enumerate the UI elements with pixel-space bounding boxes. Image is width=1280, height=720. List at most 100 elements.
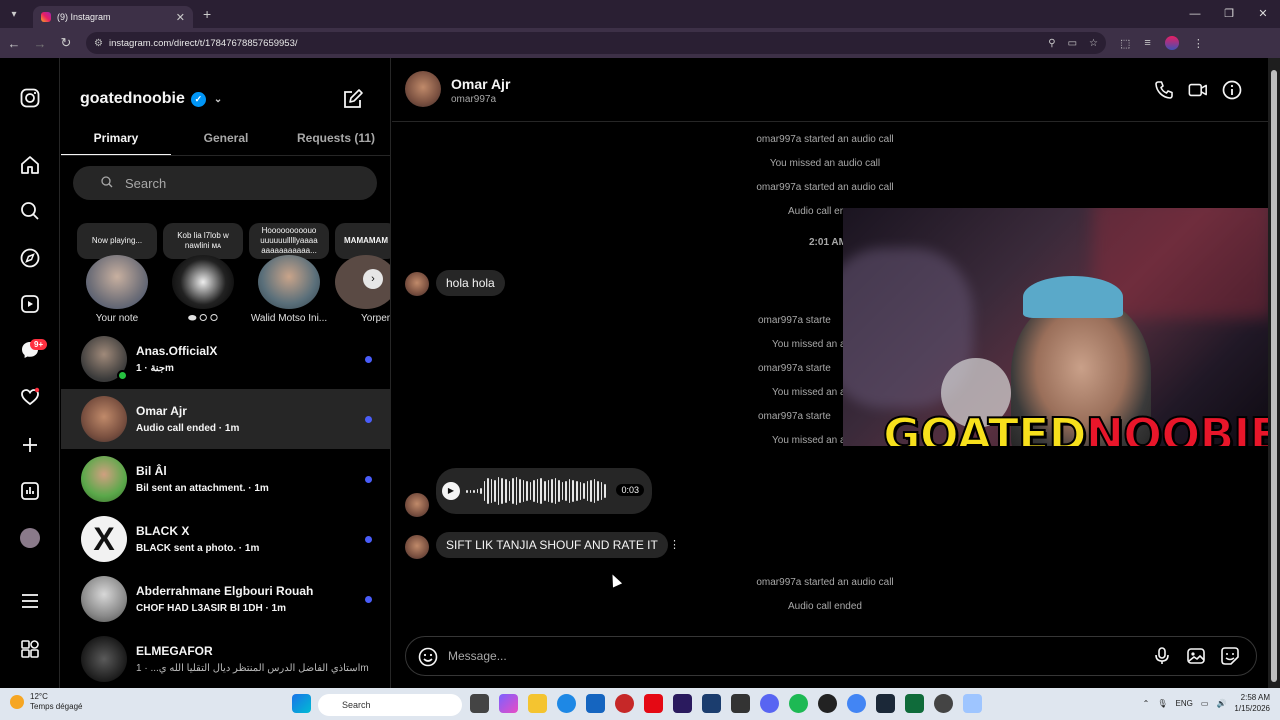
site-info-icon[interactable]: ⚙	[94, 38, 103, 49]
gallery-image-icon[interactable]	[1186, 646, 1206, 671]
restore-icon[interactable]: ❐	[1212, 0, 1246, 28]
avatar	[172, 255, 234, 309]
browser-menu-icon[interactable]: ⋮	[1193, 37, 1204, 50]
profile-avatar-icon[interactable]	[1164, 36, 1179, 50]
media-controls-icon[interactable]: ≡	[1144, 37, 1150, 49]
avatar[interactable]	[405, 71, 441, 107]
reels-icon[interactable]	[18, 292, 42, 316]
contact-name[interactable]: Omar Ajr	[451, 76, 510, 92]
thread-row[interactable]: X BLACK X BLACK sent a photo. · 1m	[61, 509, 390, 569]
copilot-icon[interactable]	[499, 694, 518, 713]
microphone-icon[interactable]	[1152, 646, 1172, 671]
conversation-info-icon[interactable]	[1222, 80, 1242, 100]
thread-row[interactable]: Abderrahmane Elgbouri Rouah CHOF HAD L3AS…	[61, 569, 390, 629]
bookmark-star-icon[interactable]: ☆	[1089, 38, 1098, 49]
back-icon[interactable]: ←	[2, 36, 26, 51]
thread-row[interactable]: Anas.OfficialX جنة · 1m	[61, 329, 390, 389]
create-plus-icon[interactable]	[18, 433, 42, 457]
discord-icon[interactable]	[760, 694, 779, 713]
netflix-icon[interactable]	[644, 694, 663, 713]
also-from-meta-icon[interactable]	[18, 637, 42, 661]
premiere-icon[interactable]	[673, 694, 692, 713]
instagram-logo-icon[interactable]	[18, 86, 42, 110]
github-icon[interactable]	[934, 694, 953, 713]
note-item[interactable]: MAMAMAM Yorpen	[335, 223, 390, 324]
waveform-bar	[575, 481, 578, 501]
obs-icon[interactable]	[818, 694, 837, 713]
minimize-icon[interactable]: —	[1178, 0, 1212, 28]
explore-compass-icon[interactable]	[18, 246, 42, 270]
clock[interactable]: 2:58 AM 1/15/2026	[1234, 692, 1270, 714]
tab-close-icon[interactable]: ✕	[176, 11, 185, 24]
network-icon[interactable]: ▭	[1201, 699, 1209, 708]
note-item[interactable]: Hooooooooouo uuuuuulllllyaaaa aaaaaaaaaa…	[249, 223, 329, 324]
new-tab-icon[interactable]: +	[203, 6, 211, 22]
message-bubble[interactable]: hola hola	[436, 270, 505, 296]
note-item[interactable]: Now playing... Your note	[77, 223, 157, 324]
tab-requests[interactable]: Requests (11)	[281, 124, 390, 155]
home-icon[interactable]	[18, 153, 42, 177]
tab-search-icon[interactable]: ▾	[3, 3, 25, 25]
thread-row[interactable]: Bil Âl Bil sent an attachment. · 1m	[61, 449, 390, 509]
message-composer[interactable]: Message...	[405, 636, 1257, 676]
reload-icon[interactable]: ↻	[54, 35, 78, 51]
account-username: goatednoobie	[80, 90, 185, 107]
waveform-bar	[480, 488, 482, 494]
note-item[interactable]: Kob lia l7lob w nawlini ᴍᴀ ⬬ ⭘ ⭘	[163, 223, 243, 324]
task-view-icon[interactable]	[470, 694, 489, 713]
more-menu-icon[interactable]	[18, 589, 42, 613]
windows-start-icon[interactable]	[292, 694, 311, 713]
file-explorer-icon[interactable]	[528, 694, 547, 713]
message-bubble[interactable]: SIFT LIK TANJIA SHOUF AND RATE IT	[436, 532, 668, 558]
opera-icon[interactable]	[615, 694, 634, 713]
snipping-tool-icon[interactable]	[963, 694, 982, 713]
tray-mic-icon[interactable]: 🎙	[1157, 699, 1167, 708]
page-scrollbar[interactable]	[1268, 58, 1280, 688]
address-bar[interactable]: ⚙ instagram.com/direct/t/178476788576599…	[86, 32, 1106, 54]
video-call-icon[interactable]	[1188, 80, 1208, 100]
forward-icon[interactable]: →	[28, 36, 52, 51]
steam-icon[interactable]	[876, 694, 895, 713]
photoshop-icon[interactable]	[702, 694, 721, 713]
sticker-icon[interactable]	[1220, 646, 1240, 671]
audio-call-icon[interactable]	[1154, 80, 1174, 100]
waveform-bar	[526, 481, 528, 501]
chrome-icon[interactable]	[847, 694, 866, 713]
new-message-icon[interactable]	[342, 88, 364, 110]
app-icon[interactable]	[905, 694, 924, 713]
account-switcher[interactable]: goatednoobie ✓ ⌄	[80, 90, 222, 108]
search-input[interactable]: Search	[73, 166, 377, 200]
tray-chevron-icon[interactable]: ⌃	[1143, 699, 1150, 708]
cast-icon[interactable]: ▭	[1068, 38, 1077, 49]
edge-icon[interactable]	[557, 694, 576, 713]
extensions-icon[interactable]: ⬚	[1120, 37, 1130, 50]
taskbar-search[interactable]: Search	[318, 694, 462, 716]
search-icon[interactable]	[18, 199, 42, 223]
more-options-icon[interactable]: ⋮	[669, 538, 680, 551]
profile-avatar[interactable]	[20, 528, 40, 548]
tab-general[interactable]: General	[171, 124, 281, 155]
volume-icon[interactable]: 🔊	[1216, 699, 1226, 708]
thread-row[interactable]: ELMEGAFOR استاذي الفاضل الدرس المنتظر ديا…	[61, 629, 390, 688]
close-window-icon[interactable]: ✕	[1246, 0, 1280, 28]
thread-row[interactable]: Omar Ajr Audio call ended · 1m	[61, 389, 390, 449]
capcut-icon[interactable]	[731, 694, 750, 713]
spotify-icon[interactable]	[789, 694, 808, 713]
zoom-icon[interactable]: ⚲	[1048, 38, 1055, 49]
notifications-heart-icon[interactable]	[18, 385, 42, 409]
tab-primary[interactable]: Primary	[61, 124, 171, 155]
weather-widget[interactable]: 12°C Temps dégagé	[10, 692, 82, 712]
thread-name: ELMEGAFOR	[136, 644, 213, 658]
play-icon[interactable]: ▶	[442, 482, 460, 500]
keyboard-language[interactable]: ENG	[1176, 699, 1193, 708]
store-icon[interactable]	[586, 694, 605, 713]
thread-name: Abderrahmane Elgbouri Rouah	[136, 584, 314, 598]
notes-next-icon[interactable]: ›	[363, 269, 383, 289]
dashboard-chart-icon[interactable]	[18, 479, 42, 503]
webcam-overlay: GOATEDNOOBIE	[843, 208, 1268, 446]
browser-tab[interactable]: (9) Instagram ✕	[33, 6, 193, 28]
message-input[interactable]: Message...	[448, 649, 507, 663]
voice-message[interactable]: ▶ 0:03	[436, 468, 652, 514]
emoji-icon[interactable]	[418, 647, 438, 672]
waveform-bar	[547, 480, 550, 502]
